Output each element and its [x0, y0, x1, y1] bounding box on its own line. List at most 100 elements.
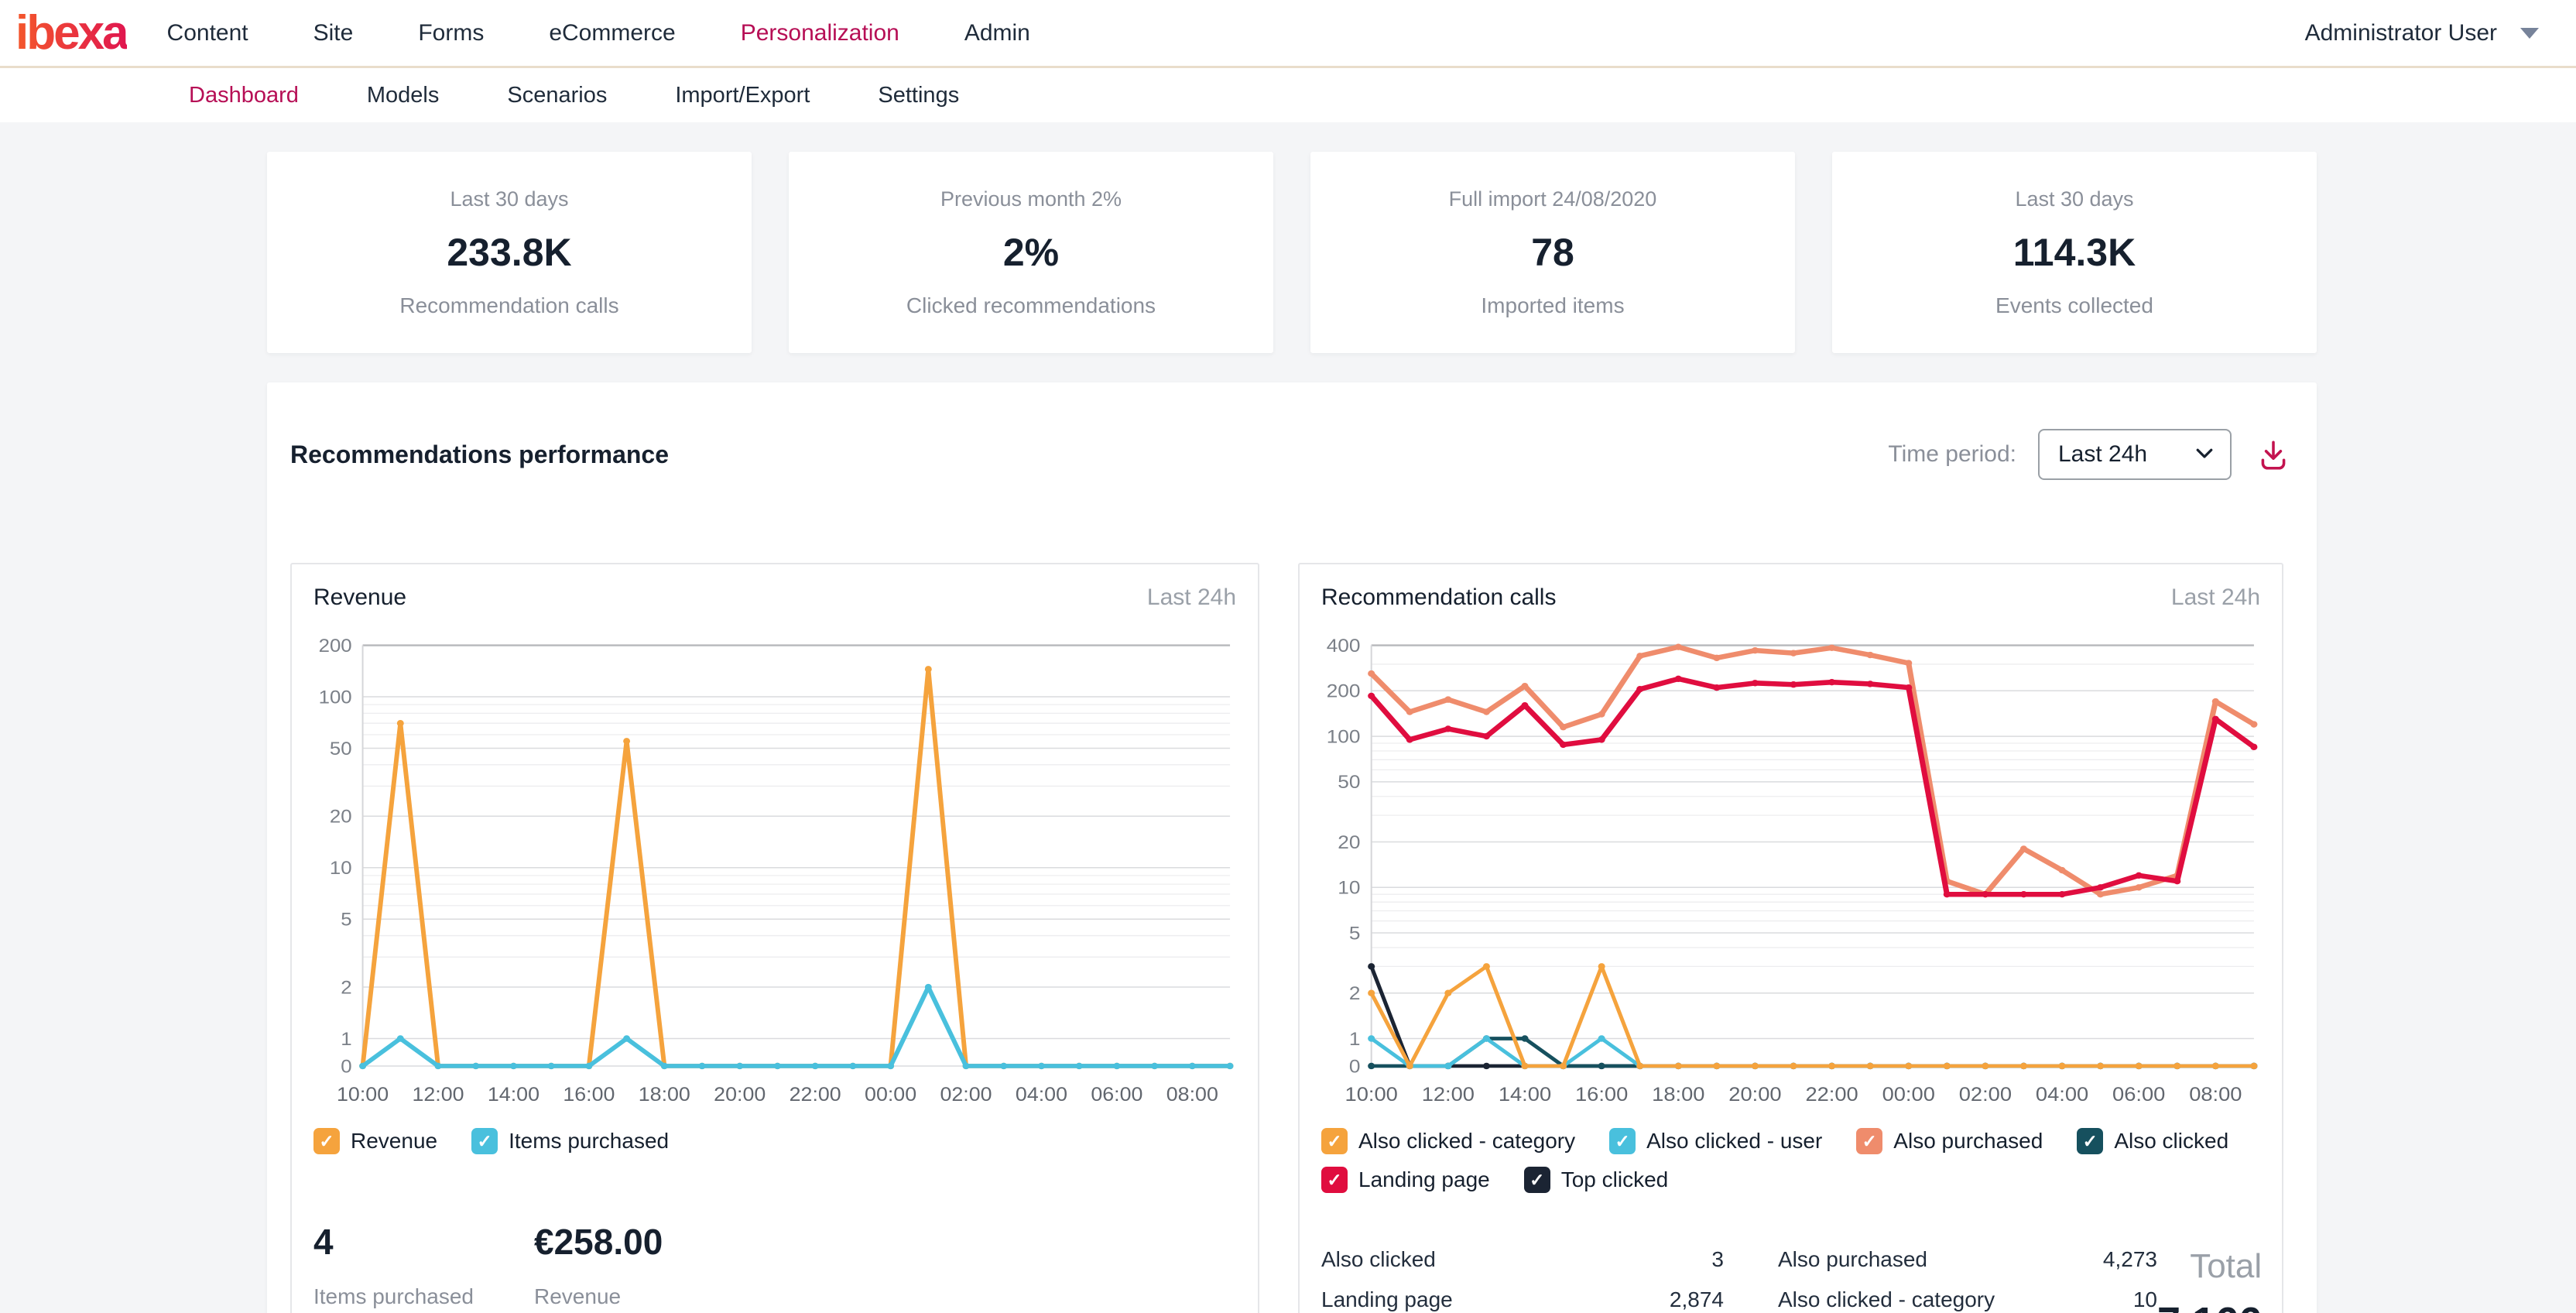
recommendation-calls-chart-panel: Recommendation calls Last 24h 4002001005… [1298, 563, 2283, 1313]
svg-text:50: 50 [330, 739, 352, 759]
svg-text:10: 10 [1338, 878, 1360, 899]
revenue-chart: 200100502010521010:0012:0014:0016:0018:0… [313, 629, 1236, 1109]
checkbox-checked-icon[interactable]: ✓ [1856, 1128, 1882, 1154]
svg-text:16:00: 16:00 [1575, 1083, 1628, 1106]
svg-text:200: 200 [1327, 681, 1361, 702]
svg-text:18:00: 18:00 [1652, 1083, 1704, 1106]
svg-text:18:00: 18:00 [639, 1083, 690, 1106]
stat-value: 114.3K [2013, 230, 2136, 275]
user-name: Administrator User [2305, 20, 2497, 46]
svg-text:2: 2 [1349, 983, 1361, 1004]
chart-period: Last 24h [1147, 585, 1236, 611]
nav-item-admin[interactable]: Admin [964, 20, 1030, 46]
stat-caption: Last 30 days [2015, 187, 2133, 211]
nav-item-content[interactable]: Content [167, 20, 248, 46]
top-bar: ibexa Content Site Forms eCommerce Personali… [0, 0, 2576, 68]
legend-item-also-clicked-user[interactable]: ✓ Also clicked - user [1609, 1128, 1822, 1154]
time-period-select[interactable]: Last 24h [2038, 429, 2232, 480]
svg-text:100: 100 [319, 687, 352, 708]
legend-row: ✓Also clicked - category✓Also clicked - … [1321, 1128, 2260, 1154]
caret-down-icon [2520, 28, 2539, 39]
totals-table: Also clicked3Also purchased4,273Landing … [1321, 1247, 2157, 1313]
svg-text:5: 5 [341, 909, 351, 930]
svg-text:08:00: 08:00 [2189, 1083, 2242, 1106]
totals-metric-label: Also purchased [1778, 1247, 2064, 1272]
legend-label: Items purchased [509, 1129, 669, 1154]
svg-text:20: 20 [330, 806, 352, 827]
svg-text:04:00: 04:00 [2036, 1083, 2088, 1106]
checkbox-checked-icon[interactable]: ✓ [471, 1128, 498, 1154]
revenue-legend: ✓Revenue✓Items purchased [313, 1128, 1236, 1154]
stat-card-imported-items: Full import 24/08/202078Imported items [1310, 152, 1795, 353]
legend-item-also-purchased[interactable]: ✓ Also purchased [1856, 1128, 2043, 1154]
svg-text:00:00: 00:00 [865, 1083, 916, 1106]
summary-label: Items purchased [313, 1284, 534, 1309]
download-icon[interactable] [2253, 434, 2293, 475]
svg-text:02:00: 02:00 [940, 1083, 992, 1106]
chart-title: Recommendation calls [1321, 585, 1556, 611]
total-block: Total 7,166 [2157, 1247, 2266, 1313]
recommendation-calls-chart: 400200100502010521010:0012:0014:0016:001… [1321, 629, 2260, 1109]
checkbox-checked-icon[interactable]: ✓ [1609, 1128, 1636, 1154]
stats-row: Last 30 days233.8KRecommendation callsPr… [267, 152, 2317, 353]
recommendation-calls-header: Recommendation calls Last 24h [1321, 585, 2260, 611]
totals-metric-value: 4,273 [2064, 1247, 2157, 1272]
svg-text:100: 100 [1327, 726, 1361, 747]
revenue-chart-header: Revenue Last 24h [313, 585, 1236, 611]
user-menu[interactable]: Administrator User [2305, 20, 2539, 46]
checkbox-checked-icon[interactable]: ✓ [1321, 1128, 1348, 1154]
charts-row: Revenue Last 24h 200100502010521010:0012… [290, 563, 2293, 1313]
main-nav: Content Site Forms eCommerce Personalization… [167, 20, 1030, 46]
checkbox-checked-icon[interactable]: ✓ [2077, 1128, 2103, 1154]
recommendation-calls-legend: ✓Also clicked - category✓Also clicked - … [1321, 1128, 2260, 1193]
nav-item-forms[interactable]: Forms [418, 20, 484, 46]
subnav-item-settings[interactable]: Settings [878, 83, 959, 108]
stat-label: Imported items [1481, 293, 1624, 318]
stat-caption: Previous month 2% [940, 187, 1122, 211]
svg-text:1: 1 [1349, 1029, 1361, 1050]
legend-item-also-clicked-category[interactable]: ✓Also clicked - category [1321, 1128, 1575, 1154]
legend-item-top-clicked[interactable]: ✓Top clicked [1524, 1167, 1669, 1193]
totals-metric-label: Landing page [1321, 1287, 1631, 1312]
subnav-item-scenarios[interactable]: Scenarios [507, 83, 607, 108]
time-period-label: Time period: [1888, 441, 2016, 468]
stat-label: Recommendation calls [399, 293, 618, 318]
chart-title: Revenue [313, 585, 406, 611]
checkbox-checked-icon[interactable]: ✓ [1524, 1167, 1550, 1193]
legend-item-also-clicked[interactable]: ✓Also clicked [2077, 1128, 2228, 1154]
svg-text:0: 0 [341, 1056, 351, 1077]
legend-item-revenue[interactable]: ✓Revenue [313, 1128, 437, 1154]
summary-value: €258.00 [534, 1221, 755, 1263]
legend-row: ✓Revenue✓Items purchased [313, 1128, 1236, 1154]
total-value: 7,166 [2157, 1298, 2262, 1313]
svg-text:12:00: 12:00 [1422, 1083, 1475, 1106]
ibexa-logo: ibexa [15, 9, 127, 57]
svg-text:06:00: 06:00 [2112, 1083, 2165, 1106]
subnav-item-dashboard[interactable]: Dashboard [189, 83, 299, 108]
svg-text:0: 0 [1349, 1056, 1361, 1077]
svg-text:5: 5 [1349, 923, 1361, 944]
section-title: Recommendations performance [290, 441, 669, 469]
performance-controls: Time period: Last 24h [1888, 429, 2293, 480]
svg-text:400: 400 [1327, 636, 1361, 656]
nav-item-site[interactable]: Site [313, 20, 354, 46]
stat-value: 78 [1531, 230, 1574, 275]
summary-value: 4 [313, 1221, 534, 1263]
nav-item-personalization[interactable]: Personalization [741, 20, 899, 46]
legend-label: Landing page [1358, 1167, 1490, 1192]
subnav-item-import-export[interactable]: Import/Export [675, 83, 810, 108]
legend-label: Also purchased [1893, 1129, 2043, 1154]
legend-item-landing-page[interactable]: ✓ Landing page [1321, 1167, 1490, 1193]
nav-item-ecommerce[interactable]: eCommerce [549, 20, 675, 46]
totals-metric-label: Also clicked - category [1778, 1287, 2064, 1312]
stat-caption: Last 30 days [450, 187, 568, 211]
legend-label: Also clicked - user [1646, 1129, 1822, 1154]
summary-label: Revenue [534, 1284, 755, 1309]
checkbox-checked-icon[interactable]: ✓ [313, 1128, 340, 1154]
checkbox-checked-icon[interactable]: ✓ [1321, 1167, 1348, 1193]
svg-text:16:00: 16:00 [563, 1083, 615, 1106]
content-area: Last 30 days233.8KRecommendation callsPr… [0, 122, 2576, 1311]
svg-text:14:00: 14:00 [1499, 1083, 1551, 1106]
legend-item-items-purchased[interactable]: ✓ Items purchased [471, 1128, 669, 1154]
subnav-item-models[interactable]: Models [367, 83, 440, 108]
